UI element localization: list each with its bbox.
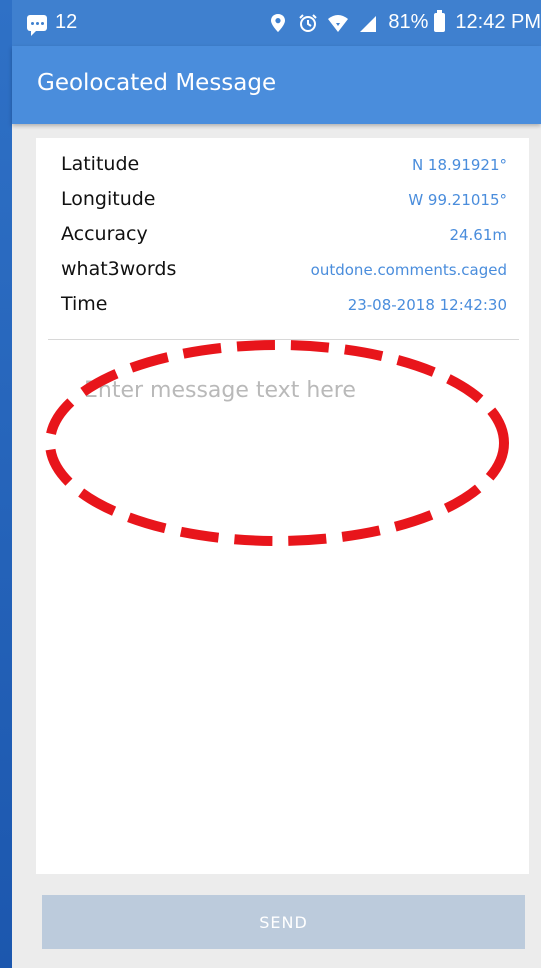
status-bar: 12 81% 12:42 PM <box>12 0 541 46</box>
battery-percent: 81% <box>388 11 429 33</box>
send-button[interactable]: SEND <box>42 895 525 949</box>
message-card: Latitude N 18.91921° Longitude W 99.2101… <box>36 138 529 874</box>
info-label: what3words <box>61 258 177 280</box>
info-value: outdone.comments.caged <box>310 261 507 279</box>
page-title: Geolocated Message <box>37 70 277 96</box>
signal-icon <box>360 15 377 32</box>
info-row-accuracy: Accuracy 24.61m <box>61 223 507 253</box>
info-row-what3words: what3words outdone.comments.caged <box>61 258 507 288</box>
battery-group: 81% <box>388 10 446 34</box>
info-label: Latitude <box>61 153 140 175</box>
message-input[interactable] <box>84 378 514 858</box>
info-row-latitude: Latitude N 18.91921° <box>61 153 507 183</box>
info-label: Time <box>61 293 108 315</box>
info-label: Longitude <box>61 188 156 210</box>
alarm-icon <box>299 13 318 32</box>
info-value: N 18.91921° <box>411 156 507 174</box>
app-bar: Geolocated Message <box>12 46 541 124</box>
clock: 12:42 PM <box>455 11 541 33</box>
status-right: 81% 12:42 PM <box>268 10 541 34</box>
info-value: 24.61m <box>449 226 507 244</box>
divider <box>48 339 519 340</box>
phone-screen: 12 81% 12:42 PM Geolocated Message Latit… <box>12 0 541 968</box>
battery-icon <box>434 10 446 32</box>
wifi-icon <box>328 14 349 32</box>
info-value: 23-08-2018 12:42:30 <box>347 296 507 314</box>
info-value: W 99.21015° <box>408 191 507 209</box>
info-label: Accuracy <box>61 223 148 245</box>
message-icon <box>27 14 47 36</box>
status-left: 12 <box>27 11 78 36</box>
info-row-time: Time 23-08-2018 12:42:30 <box>61 293 507 323</box>
info-row-longitude: Longitude W 99.21015° <box>61 188 507 218</box>
notification-count: 12 <box>55 11 78 33</box>
location-pin-icon <box>271 13 286 32</box>
